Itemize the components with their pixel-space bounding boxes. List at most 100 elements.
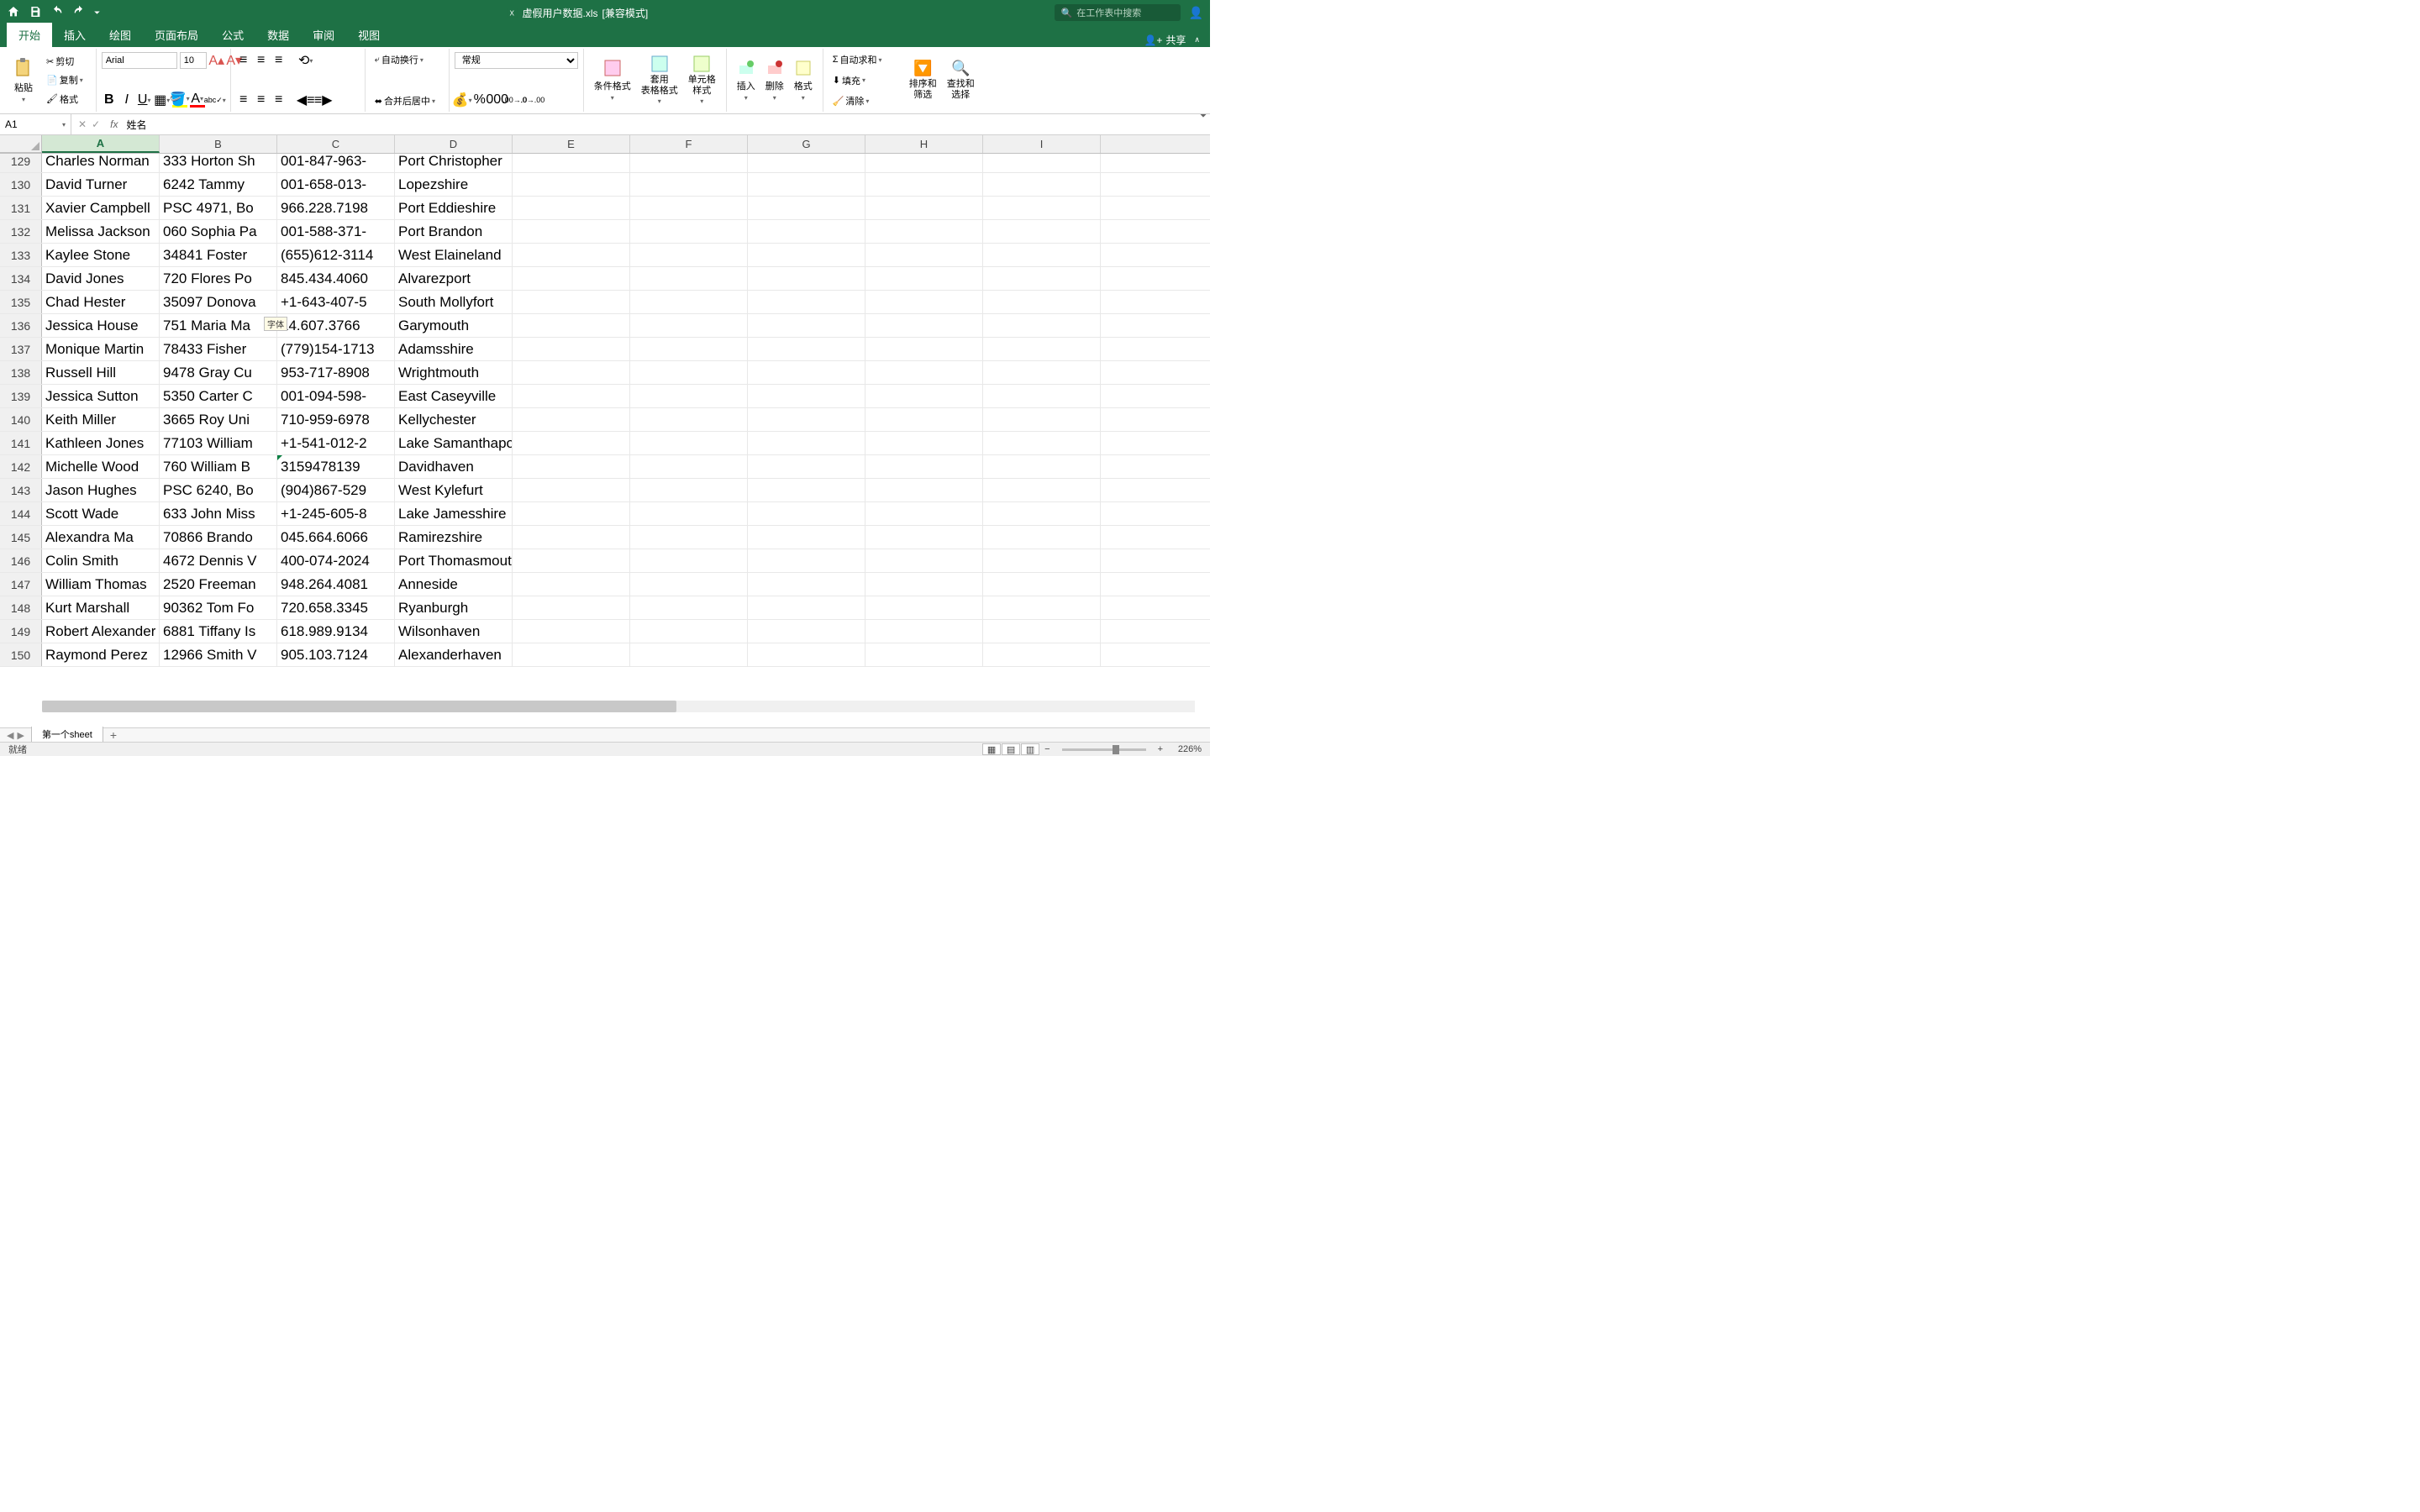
cell[interactable]: David Turner <box>42 173 160 196</box>
cell[interactable] <box>748 502 865 525</box>
cell[interactable]: 001-847-963- <box>277 154 395 172</box>
cell[interactable]: Alexanderhaven <box>395 643 513 666</box>
cell[interactable] <box>513 220 630 243</box>
find-select-button[interactable]: 🔍查找和 选择 <box>942 50 980 109</box>
cell[interactable]: Lake Jamesshire <box>395 502 513 525</box>
cell[interactable] <box>983 267 1101 290</box>
cell[interactable]: Kathleen Jones <box>42 432 160 454</box>
cell[interactable]: Anneside <box>395 573 513 596</box>
zoom-level[interactable]: 226% <box>1168 744 1202 754</box>
cell[interactable]: PSC 4971, Bo <box>160 197 277 219</box>
cell[interactable]: Alexandra Ma <box>42 526 160 549</box>
column-header-F[interactable]: F <box>630 135 748 153</box>
cell[interactable] <box>630 620 748 643</box>
cell[interactable] <box>513 596 630 619</box>
cell[interactable]: Jason Hughes <box>42 479 160 501</box>
cell[interactable]: Adamsshire <box>395 338 513 360</box>
cell[interactable]: Ryanburgh <box>395 596 513 619</box>
cell[interactable] <box>513 620 630 643</box>
cell[interactable] <box>983 432 1101 454</box>
row-header[interactable]: 130 <box>0 173 42 196</box>
menu-tab-审阅[interactable]: 审阅 <box>301 23 346 47</box>
merge-center-button[interactable]: ⬌ 合并后居中▾ <box>371 92 444 110</box>
cell[interactable]: 78433 Fisher <box>160 338 277 360</box>
cell[interactable] <box>748 338 865 360</box>
cell[interactable] <box>748 220 865 243</box>
cell[interactable]: 4672 Dennis V <box>160 549 277 572</box>
enter-formula-icon[interactable]: ✓ <box>92 118 100 130</box>
home-icon[interactable] <box>7 5 20 21</box>
cell[interactable]: Jessica Sutton <box>42 385 160 407</box>
cell[interactable] <box>630 455 748 478</box>
cell[interactable]: +1-541-012-2 <box>277 432 395 454</box>
format-painter-button[interactable]: 🖌 格式 <box>42 90 87 108</box>
cell[interactable] <box>983 573 1101 596</box>
autosum-button[interactable]: Σ 自动求和▾ <box>829 50 894 69</box>
cell[interactable] <box>865 220 983 243</box>
fx-icon[interactable]: fx <box>107 118 121 130</box>
cell[interactable] <box>630 479 748 501</box>
cell[interactable] <box>513 455 630 478</box>
cell[interactable] <box>748 244 865 266</box>
increase-indent-icon[interactable]: ≡▶ <box>316 92 331 108</box>
row-header[interactable]: 132 <box>0 220 42 243</box>
delete-cells-button[interactable]: 删除▾ <box>760 50 789 109</box>
cell[interactable]: 966.228.7198 <box>277 197 395 219</box>
cell[interactable] <box>513 154 630 172</box>
cell[interactable] <box>513 173 630 196</box>
cell[interactable]: 720.658.3345 <box>277 596 395 619</box>
cut-button[interactable]: ✂ 剪切 <box>42 52 87 71</box>
cell[interactable] <box>748 408 865 431</box>
cell[interactable]: Chad Hester <box>42 291 160 313</box>
cell[interactable]: Kaylee Stone <box>42 244 160 266</box>
cell[interactable]: (904)867-529 <box>277 479 395 501</box>
cell[interactable] <box>983 291 1101 313</box>
cell[interactable] <box>513 385 630 407</box>
cell[interactable] <box>630 244 748 266</box>
menu-tab-数据[interactable]: 数据 <box>255 23 301 47</box>
cell[interactable]: 633 John Miss <box>160 502 277 525</box>
align-right-icon[interactable]: ≡ <box>271 92 287 108</box>
share-button[interactable]: 👤+共享∧ <box>1134 33 1210 47</box>
cell[interactable] <box>865 432 983 454</box>
cell[interactable] <box>983 197 1101 219</box>
cell[interactable]: 5350 Carter C <box>160 385 277 407</box>
percent-icon[interactable]: % <box>472 92 487 108</box>
cell[interactable]: +1-245-605-8 <box>277 502 395 525</box>
cell[interactable]: 2520 Freeman <box>160 573 277 596</box>
cell[interactable]: 6242 Tammy <box>160 173 277 196</box>
cell[interactable] <box>865 502 983 525</box>
bold-button[interactable]: B <box>102 92 117 108</box>
cell[interactable]: Wrightmouth <box>395 361 513 384</box>
cell[interactable]: 3159478139 <box>277 455 395 478</box>
cell[interactable]: Monique Martin <box>42 338 160 360</box>
cell[interactable]: Charles Norman <box>42 154 160 172</box>
cell[interactable] <box>748 432 865 454</box>
cell[interactable]: (779)154-1713 <box>277 338 395 360</box>
row-header[interactable]: 137 <box>0 338 42 360</box>
row-header[interactable]: 133 <box>0 244 42 266</box>
cell[interactable] <box>983 361 1101 384</box>
row-header[interactable]: 147 <box>0 573 42 596</box>
cell[interactable] <box>630 526 748 549</box>
cell[interactable] <box>748 385 865 407</box>
cell[interactable]: Davidhaven <box>395 455 513 478</box>
align-top-icon[interactable]: ≡ <box>236 53 251 68</box>
cell[interactable] <box>513 479 630 501</box>
cell[interactable] <box>630 173 748 196</box>
name-box[interactable]: A1▾ <box>0 114 71 134</box>
cell[interactable]: Garymouth <box>395 314 513 337</box>
cell[interactable] <box>983 502 1101 525</box>
align-center-icon[interactable]: ≡ <box>254 92 269 108</box>
align-middle-icon[interactable]: ≡ <box>254 53 269 68</box>
phonetic-button[interactable]: abc✓▾ <box>208 92 223 108</box>
sheet-nav-prev-icon[interactable]: ◀ <box>7 730 13 741</box>
cell[interactable]: 001-658-013- <box>277 173 395 196</box>
sheet-nav-next-icon[interactable]: ▶ <box>17 730 24 741</box>
cell[interactable] <box>630 385 748 407</box>
cell[interactable] <box>865 338 983 360</box>
cell[interactable] <box>513 573 630 596</box>
row-header[interactable]: 150 <box>0 643 42 666</box>
cell[interactable] <box>630 643 748 666</box>
cell[interactable] <box>748 154 865 172</box>
